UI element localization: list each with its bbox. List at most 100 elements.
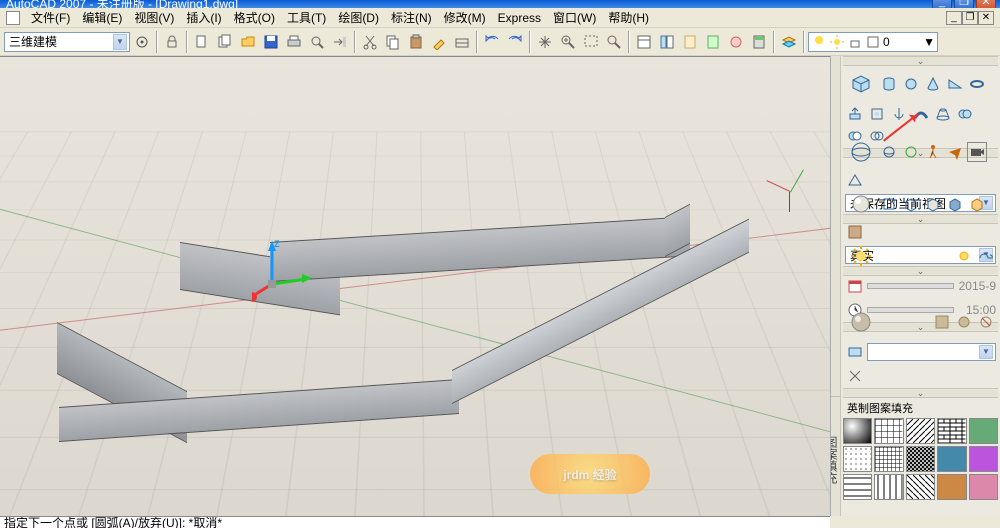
hatch-solid[interactable]: [843, 418, 872, 444]
menu-dimension[interactable]: 标注(N): [386, 8, 437, 27]
hatch-cross[interactable]: [843, 446, 872, 472]
match-prop-button[interactable]: [428, 31, 450, 53]
hatch-strip-label[interactable]: 图案填充: [831, 396, 841, 516]
command-line[interactable]: 指定下一个点或 [圆弧(A)/放弃(U)]: *取消*: [0, 516, 830, 528]
menu-format[interactable]: 格式(O): [229, 8, 280, 27]
panel-expander[interactable]: [843, 388, 998, 398]
vs-3dwire-tool[interactable]: [901, 194, 921, 214]
workspace-selector[interactable]: 三维建模 ▼: [4, 32, 130, 52]
undo-button[interactable]: [481, 31, 503, 53]
materials-close[interactable]: [845, 366, 865, 386]
menu-draw[interactable]: 绘图(D): [333, 8, 384, 27]
material-remove[interactable]: [976, 312, 996, 332]
zoom-window-button[interactable]: [580, 31, 602, 53]
design-center-button[interactable]: [656, 31, 678, 53]
date-slider[interactable]: [867, 283, 954, 289]
hatch-dots[interactable]: [906, 446, 935, 472]
mdi-restore[interactable]: ❐: [962, 11, 978, 25]
copy-button[interactable]: [382, 31, 404, 53]
menu-help[interactable]: 帮助(H): [603, 8, 654, 27]
sheet-set-button[interactable]: [702, 31, 724, 53]
mdi-minimize[interactable]: _: [946, 11, 962, 25]
menu-modify[interactable]: 修改(M): [439, 8, 491, 27]
properties-button[interactable]: [633, 31, 655, 53]
restore-button[interactable]: ❐: [954, 0, 974, 8]
vs-hidden-tool[interactable]: [923, 194, 943, 214]
save-button[interactable]: [260, 31, 282, 53]
menu-edit[interactable]: 编辑(E): [77, 8, 127, 27]
zoom-realtime-button[interactable]: [557, 31, 579, 53]
material-combo[interactable]: ▼: [867, 343, 996, 361]
hatch-net[interactable]: [843, 474, 872, 500]
quickcalc-button[interactable]: [748, 31, 770, 53]
menu-express[interactable]: Express: [493, 10, 546, 26]
sun-tool[interactable]: [845, 240, 877, 272]
menu-view[interactable]: 视图(V): [129, 8, 179, 27]
minimize-button[interactable]: _: [932, 0, 952, 8]
sky-toggle[interactable]: [976, 246, 996, 266]
fly-tool[interactable]: [945, 142, 965, 162]
vs-2dwire-tool[interactable]: [879, 194, 899, 214]
pan-button[interactable]: [534, 31, 556, 53]
paste-button[interactable]: [405, 31, 427, 53]
visual-style-tool[interactable]: [845, 188, 877, 220]
constrained-orbit-tool[interactable]: [879, 142, 899, 162]
toolbar-lock-button[interactable]: [161, 31, 183, 53]
sphere-tool[interactable]: [901, 74, 921, 94]
material-attach[interactable]: [954, 312, 974, 332]
hatch-concrete[interactable]: [969, 418, 998, 444]
tool-palette-button[interactable]: [679, 31, 701, 53]
plot-button[interactable]: [283, 31, 305, 53]
hatch-ansi31[interactable]: [906, 418, 935, 444]
3d-navigate-tool[interactable]: [845, 136, 877, 168]
new-sheetset-button[interactable]: [214, 31, 236, 53]
walk-tool[interactable]: [923, 142, 943, 162]
layer-properties-button[interactable]: [778, 31, 800, 53]
cone-tool[interactable]: [923, 74, 943, 94]
layer-combo[interactable]: 0 ▼: [808, 32, 938, 52]
presspull-tool[interactable]: [867, 104, 887, 124]
hatch-steel[interactable]: [937, 474, 966, 500]
vs-realistic-tool[interactable]: [945, 194, 965, 214]
workspace-settings-button[interactable]: [131, 31, 153, 53]
redo-button[interactable]: [504, 31, 526, 53]
view-compass[interactable]: [765, 167, 815, 217]
cylinder-tool[interactable]: [879, 74, 899, 94]
hatch-grass[interactable]: [969, 446, 998, 472]
panel-expander[interactable]: [843, 56, 998, 66]
box-tool[interactable]: [845, 68, 877, 100]
hatch-swamp[interactable]: [969, 474, 998, 500]
hatch-brick[interactable]: [937, 418, 966, 444]
material-map-planar[interactable]: [845, 342, 865, 362]
menu-window[interactable]: 窗口(W): [548, 8, 601, 27]
zoom-previous-button[interactable]: [603, 31, 625, 53]
sun-status-toggle[interactable]: [954, 246, 974, 266]
hatch-earth[interactable]: [937, 446, 966, 472]
mdi-close[interactable]: ✕: [978, 11, 994, 25]
qnew-button[interactable]: [191, 31, 213, 53]
cut-button[interactable]: [359, 31, 381, 53]
extrude-tool[interactable]: [845, 104, 865, 124]
plot-preview-button[interactable]: [306, 31, 328, 53]
union-tool[interactable]: [955, 104, 975, 124]
hatch-angle[interactable]: [874, 418, 903, 444]
close-button[interactable]: ✕: [976, 0, 996, 8]
viewport-3d[interactable]: z jrdm 经验: [0, 56, 830, 516]
publish-button[interactable]: [329, 31, 351, 53]
hatch-plast[interactable]: [874, 474, 903, 500]
menu-file[interactable]: 文件(F): [26, 8, 75, 27]
hatch-sand[interactable]: [906, 474, 935, 500]
material-browser[interactable]: [932, 312, 952, 332]
menu-tools[interactable]: 工具(T): [282, 8, 331, 27]
camera-tool[interactable]: [967, 142, 987, 162]
wedge-tool[interactable]: [945, 74, 965, 94]
open-button[interactable]: [237, 31, 259, 53]
hatch-dash[interactable]: [874, 446, 903, 472]
block-editor-button[interactable]: [451, 31, 473, 53]
materials-tool[interactable]: [845, 306, 877, 338]
markup-button[interactable]: [725, 31, 747, 53]
menu-insert[interactable]: 插入(I): [181, 8, 226, 27]
free-orbit-tool[interactable]: [901, 142, 921, 162]
loft-tool[interactable]: [933, 104, 953, 124]
torus-tool[interactable]: [967, 74, 987, 94]
